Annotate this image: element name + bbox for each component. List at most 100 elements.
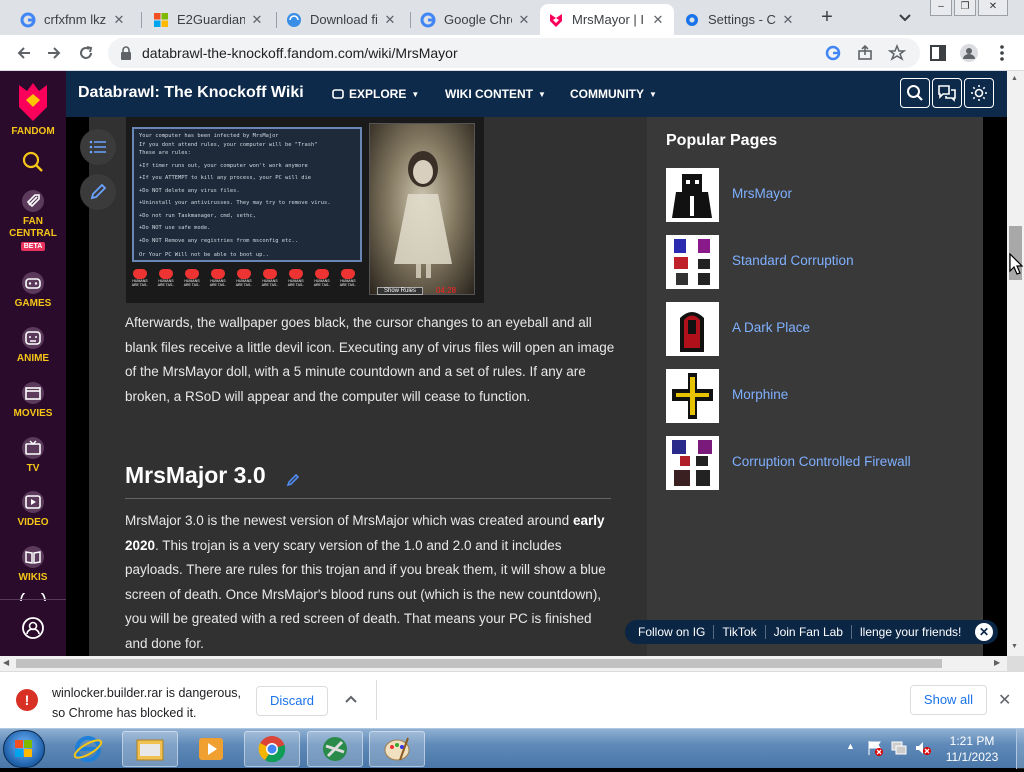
- rail-divider: [0, 599, 66, 600]
- tab-1[interactable]: crfxfnm lkz d ✕: [12, 4, 135, 35]
- show-all-button[interactable]: Show all: [910, 685, 987, 715]
- discard-button[interactable]: Discard: [256, 686, 328, 716]
- tab-5-active[interactable]: MrsMayor | I ✕: [540, 4, 674, 35]
- rail-item-fan-central[interactable]: FAN CENTRAL BETA: [0, 189, 66, 251]
- paint-icon[interactable]: [369, 731, 425, 767]
- chrome-icon[interactable]: [244, 731, 300, 767]
- tab-search-icon[interactable]: [896, 8, 914, 26]
- edit-pencil-icon[interactable]: [286, 473, 300, 487]
- popular-page-link[interactable]: A Dark Place: [732, 320, 810, 335]
- horizontal-scrollbar[interactable]: ◀ ▶: [0, 656, 1007, 671]
- back-button[interactable]: [12, 41, 36, 65]
- close-icon[interactable]: ✕: [998, 690, 1011, 710]
- scroll-up-arrow-icon[interactable]: ▲: [1011, 75, 1018, 82]
- popular-page-link[interactable]: Standard Corruption: [732, 253, 854, 268]
- popular-page-link[interactable]: Morphine: [732, 387, 788, 402]
- rail-item-movies[interactable]: MOVIES: [0, 381, 66, 420]
- challenge-friends-link[interactable]: llenge your friends!: [852, 625, 969, 639]
- profile-avatar-icon[interactable]: [959, 43, 979, 63]
- join-fan-lab-link[interactable]: Join Fan Lab: [766, 625, 852, 639]
- nav-wiki-content[interactable]: WIKI CONTENT ▼: [445, 87, 546, 101]
- close-icon[interactable]: ✕: [780, 12, 796, 28]
- scroll-down-arrow-icon[interactable]: ▼: [1011, 643, 1018, 650]
- network-icon[interactable]: [890, 739, 908, 757]
- nav-community[interactable]: COMMUNITY ▼: [570, 87, 657, 101]
- close-icon[interactable]: ✕: [650, 12, 666, 28]
- popular-page-item[interactable]: MrsMayor: [666, 168, 966, 222]
- follow-ig-link[interactable]: Follow on IG: [638, 625, 715, 639]
- close-icon[interactable]: ✕: [382, 12, 398, 28]
- share-icon[interactable]: [856, 44, 874, 62]
- discussions-button[interactable]: [932, 78, 962, 108]
- file-explorer-icon[interactable]: [122, 731, 178, 767]
- action-center-flag-icon[interactable]: [866, 739, 884, 757]
- system-clock[interactable]: 1:21 PM 11/1/2023: [927, 733, 1017, 765]
- restore-button[interactable]: ❐: [954, 0, 976, 16]
- search-button[interactable]: [0, 151, 66, 173]
- horizontal-scroll-thumb[interactable]: [16, 659, 942, 668]
- close-icon[interactable]: ✕: [249, 12, 265, 28]
- media-player-icon[interactable]: [183, 731, 239, 767]
- table-of-contents-button[interactable]: [80, 129, 116, 165]
- edit-page-button[interactable]: [80, 174, 116, 210]
- virus-line: +Do NOT delete any virus files.: [139, 187, 240, 194]
- article-content: Your computer has been infected by MrsMa…: [89, 117, 647, 656]
- popular-page-item[interactable]: Morphine: [666, 369, 966, 423]
- close-icon[interactable]: ✕: [975, 623, 993, 641]
- new-tab-button[interactable]: +: [817, 6, 837, 28]
- rail-item-video[interactable]: VIDEO: [0, 490, 66, 529]
- scroll-left-arrow-icon[interactable]: ◀: [3, 658, 9, 667]
- wiki-search-button[interactable]: [900, 78, 930, 108]
- page-thumbnail[interactable]: [666, 235, 719, 289]
- show-desktop-button[interactable]: [1016, 729, 1024, 769]
- page-thumbnail[interactable]: [666, 168, 719, 222]
- page-thumbnail[interactable]: [666, 436, 719, 490]
- user-account-button[interactable]: [0, 616, 66, 640]
- minimize-button[interactable]: –: [930, 0, 952, 16]
- fandom-icon: [548, 12, 564, 28]
- rail-item-tv[interactable]: TV: [0, 436, 66, 475]
- reload-button[interactable]: [74, 41, 98, 65]
- tab-2[interactable]: E2Guardian - ✕: [145, 4, 273, 35]
- tab-4[interactable]: Google Chro ✕: [412, 4, 540, 35]
- google-lens-icon[interactable]: [824, 44, 842, 62]
- side-panel-icon[interactable]: [928, 43, 948, 63]
- scroll-right-arrow-icon[interactable]: ▶: [994, 658, 1000, 667]
- forward-button[interactable]: [42, 41, 66, 65]
- tiktok-link[interactable]: TikTok: [714, 625, 766, 639]
- fandom-logo[interactable]: FANDOM: [0, 79, 66, 138]
- bookmark-star-icon[interactable]: [888, 44, 906, 62]
- close-icon[interactable]: ✕: [111, 12, 127, 28]
- wiki-title[interactable]: Databrawl: The Knockoff Wiki: [78, 84, 304, 102]
- rail-item-anime[interactable]: ANIME: [0, 326, 66, 365]
- tab-3[interactable]: Download fil ✕: [278, 4, 406, 35]
- close-window-button[interactable]: ✕: [978, 0, 1008, 16]
- page-thumbnail[interactable]: [666, 369, 719, 423]
- popular-page-link[interactable]: MrsMayor: [732, 186, 792, 201]
- corruption-controlled-firewall-thumbnail-icon: [672, 440, 712, 486]
- virus-line: If you dont attend rules, your computer …: [139, 141, 318, 148]
- kebab-menu-icon[interactable]: [992, 43, 1012, 63]
- devil-file-icon: HUMANS ARE TAS..: [208, 269, 228, 287]
- tab-6[interactable]: Settings - Cu ✕: [676, 4, 804, 35]
- address-bar[interactable]: databrawl-the-knockoff.fandom.com/wiki/M…: [108, 38, 920, 68]
- rail-item-wikis[interactable]: WIKIS: [0, 545, 66, 584]
- show-hidden-icons-icon[interactable]: ▲: [846, 741, 855, 751]
- vertical-scrollbar[interactable]: ▲ ▼: [1007, 71, 1024, 656]
- theme-toggle-button[interactable]: [964, 78, 994, 108]
- nav-explore[interactable]: EXPLORE ▼: [332, 87, 419, 101]
- app-icon[interactable]: [307, 731, 363, 767]
- page-thumbnail[interactable]: [666, 302, 719, 356]
- popular-page-link[interactable]: Corruption Controlled Firewall: [732, 454, 911, 469]
- chevron-up-icon[interactable]: [344, 692, 358, 706]
- virus-screenshot-image[interactable]: Your computer has been infected by MrsMa…: [126, 117, 484, 303]
- rail-item-games[interactable]: GAMES: [0, 271, 66, 310]
- close-icon[interactable]: ✕: [516, 12, 532, 28]
- chevron-down-icon: ▼: [411, 89, 420, 99]
- popular-page-item[interactable]: A Dark Place: [666, 302, 966, 356]
- popular-page-item[interactable]: Corruption Controlled Firewall: [666, 436, 966, 490]
- popular-page-item[interactable]: Standard Corruption: [666, 235, 966, 289]
- internet-explorer-icon[interactable]: [60, 731, 116, 767]
- start-button[interactable]: [3, 730, 45, 768]
- devil-file-icon: HUMANS ARE TAS..: [260, 269, 280, 287]
